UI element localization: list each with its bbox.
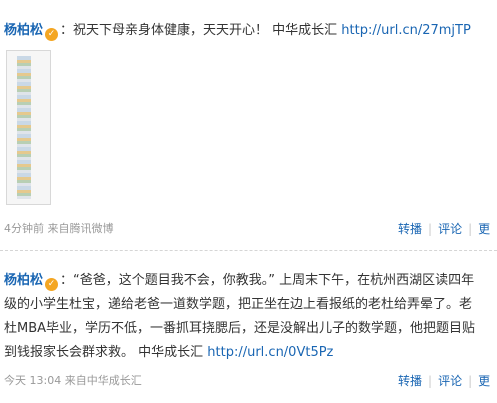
- post-image-content: [17, 56, 31, 199]
- post-1-text-line: 杨柏松 ✓ ：祝天下母亲身体健康，天天开心！ 中华成长汇 http://url.cn…: [4, 20, 471, 42]
- repost-button[interactable]: 转播: [398, 222, 422, 236]
- post-text-line: 级的小学生杜宝，递给老爸一道数学题，把正坐在边上看报纸的老杜给弄晕了。老: [4, 297, 473, 312]
- post-2-text-line-2: 级的小学生杜宝，递给老爸一道数学题，把正坐在边上看报纸的老杜给弄晕了。老: [4, 294, 472, 316]
- post-divider: [0, 250, 497, 252]
- more-button[interactable]: 更: [478, 222, 490, 236]
- post-2-text-line-3: 杜MBA毕业，学历不低，一番抓耳挠腮后，还是没解出儿子的数学题，他把题目贴: [4, 318, 475, 340]
- post-2: 杨柏松 ✓ ：“爸爸，这个题目我不会，你教我。” 上周末下午，在杭州西湖区读四年 级…: [0, 258, 497, 403]
- post-meta: 4分钟前 来自腾讯微博: [4, 222, 114, 235]
- post-actions: 转播 | 评论 | 更: [398, 374, 490, 388]
- post-1: 杨柏松 ✓ ：祝天下母亲身体健康，天天开心！ 中华成长汇 http://url.cn…: [0, 0, 497, 240]
- post-link[interactable]: http://url.cn/0Vt5Pz: [207, 345, 333, 360]
- action-separator: |: [428, 222, 433, 236]
- post-2-text-line-1: 杨柏松 ✓ ：“爸爸，这个题目我不会，你教我。” 上周末下午，在杭州西湖区读四年: [4, 270, 474, 292]
- post-text-line: 杜MBA毕业，学历不低，一番抓耳挠腮后，还是没解出儿子的数学题，他把题目贴: [4, 321, 476, 336]
- comment-button[interactable]: 评论: [438, 374, 462, 388]
- post-text: 祝天下母亲身体健康，天天开心！ 中华成长汇: [73, 23, 342, 38]
- action-separator: |: [428, 374, 433, 388]
- post-link[interactable]: http://url.cn/27mjTP: [341, 23, 471, 38]
- author-name[interactable]: 杨柏松: [4, 273, 43, 288]
- post-actions: 转播 | 评论 | 更: [398, 222, 490, 236]
- author-name[interactable]: 杨柏松: [4, 23, 43, 38]
- post-2-text-line-4: 到钱报家长会群求救。 中华成长汇 http://url.cn/0Vt5Pz: [4, 342, 333, 364]
- verified-badge-icon: ✓: [45, 28, 59, 41]
- action-separator: |: [468, 374, 473, 388]
- more-button[interactable]: 更: [478, 374, 490, 388]
- colon: ：: [60, 23, 74, 38]
- post-text-line: “爸爸，这个题目我不会，你教我。” 上周末下午，在杭州西湖区读四年: [73, 273, 475, 288]
- post-meta: 今天 13:04 来自中华成长汇: [4, 374, 142, 387]
- action-separator: |: [468, 222, 473, 236]
- post-text-line: 到钱报家长会群求救。 中华成长汇: [4, 345, 208, 360]
- comment-button[interactable]: 评论: [438, 222, 462, 236]
- colon: ：: [60, 273, 74, 288]
- repost-button[interactable]: 转播: [398, 374, 422, 388]
- verified-badge-icon: ✓: [45, 278, 59, 291]
